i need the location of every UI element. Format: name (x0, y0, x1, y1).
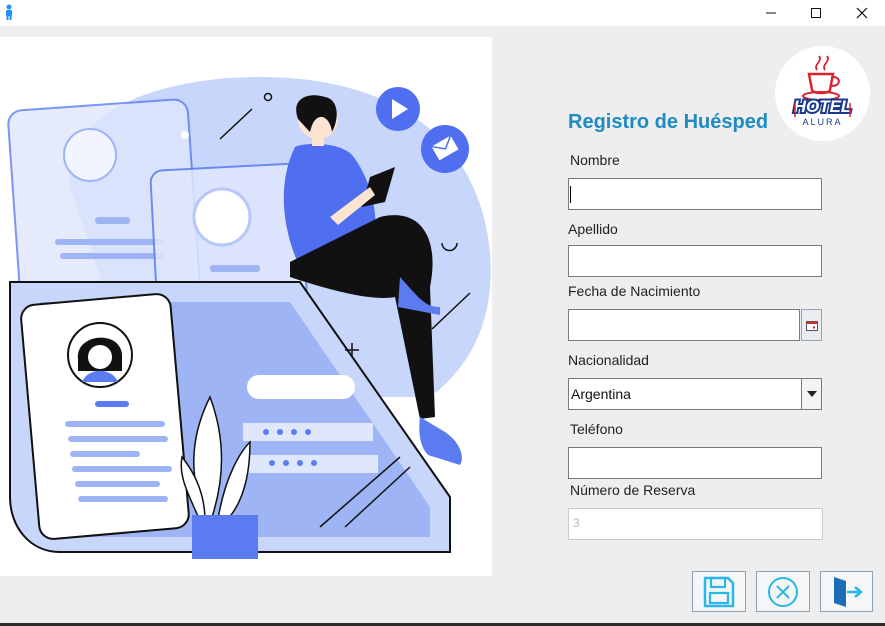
date-picker-button[interactable] (801, 309, 822, 341)
title-bar (0, 0, 885, 26)
exit-button[interactable] (820, 571, 873, 612)
close-icon (856, 7, 868, 19)
woman-with-phone-illustration (7, 77, 491, 559)
registration-illustration (0, 37, 492, 576)
chevron-down-icon (806, 391, 817, 397)
cancel-circle-icon (768, 576, 798, 607)
form-title: Registro de Huésped (568, 111, 769, 133)
hotel-alura-logo: HOTEL ALURA (775, 46, 870, 141)
fecha-nacimiento-label: Fecha de Nacimiento (568, 283, 701, 299)
maximize-button[interactable] (793, 0, 839, 26)
nombre-input[interactable] (568, 178, 822, 210)
nacionalidad-label: Nacionalidad (568, 352, 649, 368)
telefono-input[interactable] (568, 447, 822, 479)
fecha-nacimiento-input[interactable] (568, 309, 800, 341)
save-button[interactable] (692, 571, 746, 612)
client-area: HOTEL ALURA Registro de Huésped Nombre A… (0, 26, 885, 623)
cancel-button[interactable] (756, 571, 810, 612)
minimize-button[interactable] (748, 0, 794, 26)
calendar-icon (805, 320, 818, 331)
nombre-label: Nombre (570, 152, 620, 168)
apellido-input[interactable] (568, 245, 822, 277)
exit-door-icon (833, 576, 863, 607)
numero-reserva-label: Número de Reserva (570, 482, 696, 498)
text-caret (570, 186, 571, 203)
minimize-icon (766, 12, 776, 14)
logo-alura-text: ALURA (802, 117, 842, 127)
apellido-label: Apellido (568, 221, 618, 237)
coffee-cup-icon (802, 55, 840, 101)
logo-hotel-text: HOTEL (794, 97, 852, 116)
nacionalidad-select[interactable]: Argentina (568, 378, 822, 410)
close-button[interactable] (839, 0, 885, 26)
telefono-label: Teléfono (570, 421, 623, 437)
person-icon (6, 4, 12, 20)
maximize-icon (811, 8, 821, 18)
dropdown-button[interactable] (801, 379, 821, 409)
numero-reserva-input: 3 (568, 508, 823, 540)
nacionalidad-selected-value: Argentina (571, 386, 631, 402)
save-icon (703, 576, 735, 607)
